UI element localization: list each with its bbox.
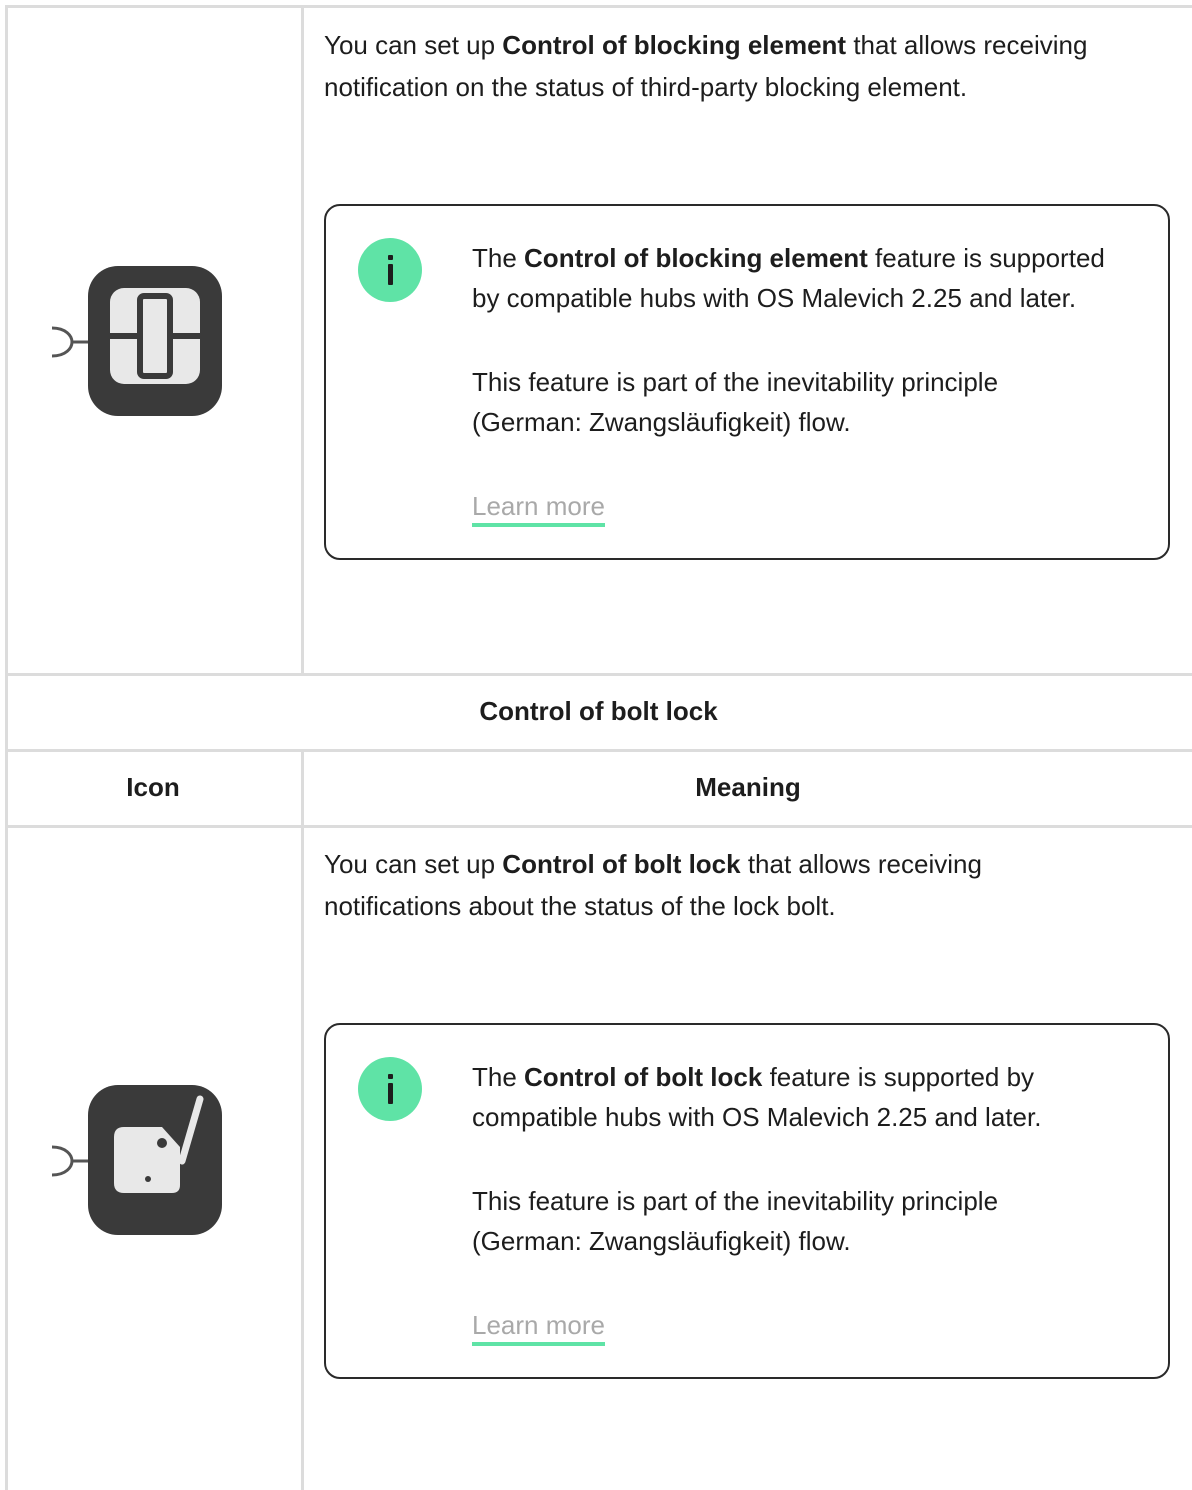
info-icon	[358, 1057, 422, 1121]
table-left-border	[5, 5, 8, 1490]
note-paragraph: This feature is part of the inevitabilit…	[472, 1186, 999, 1256]
learn-more-link[interactable]: Learn more	[472, 1309, 605, 1346]
column-header-meaning: Meaning	[695, 772, 801, 802]
blocking-element-device-icon	[52, 266, 222, 416]
info-icon	[358, 238, 422, 302]
row-border	[5, 673, 1192, 676]
row-border	[5, 749, 1192, 752]
row-description: You can set up Control of blocking eleme…	[324, 30, 1088, 102]
column-header-icon: Icon	[126, 772, 180, 802]
column-divider-top	[301, 5, 304, 675]
bolt-lock-device-icon	[52, 1085, 222, 1235]
info-note: The Control of blocking element feature …	[324, 204, 1170, 560]
section-title: Control of bolt lock	[479, 696, 718, 726]
note-paragraph: The Control of bolt lock feature is supp…	[472, 1062, 1042, 1132]
feature-name: Control of blocking element	[502, 30, 847, 60]
row-description: You can set up Control of bolt lock that…	[324, 849, 982, 921]
note-paragraph: This feature is part of the inevitabilit…	[472, 367, 999, 437]
column-divider-bottom	[301, 749, 304, 1490]
note-paragraph: The Control of blocking element feature …	[472, 243, 1105, 313]
learn-more-link[interactable]: Learn more	[472, 490, 605, 527]
info-note: The Control of bolt lock feature is supp…	[324, 1023, 1170, 1379]
row-border	[5, 825, 1192, 828]
table-top-border	[5, 5, 1192, 8]
feature-name: Control of bolt lock	[502, 849, 741, 879]
